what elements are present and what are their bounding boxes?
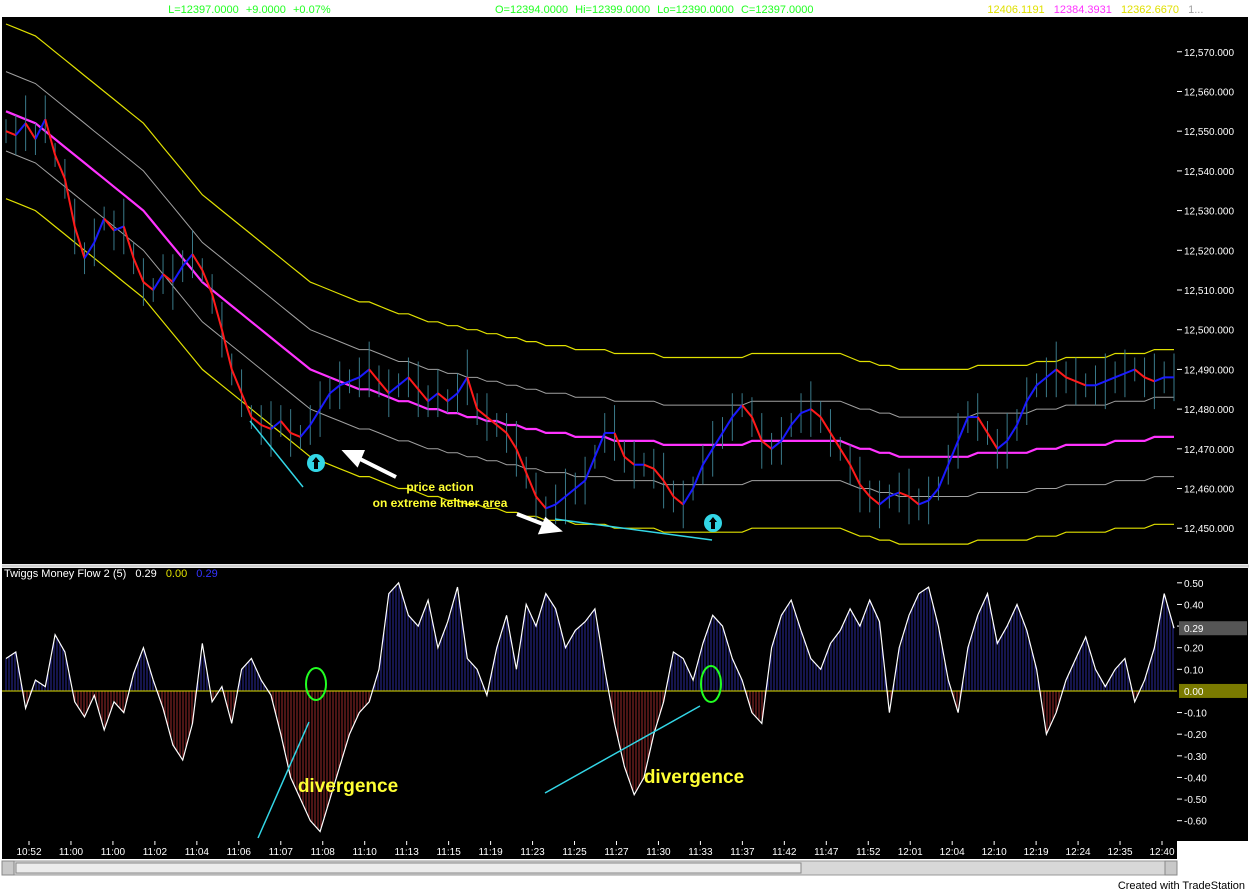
price-axis-label: 12,460.000 — [1184, 485, 1234, 496]
time-axis-label: 11:07 — [269, 847, 294, 858]
time-axis-label: 11:25 — [562, 847, 587, 858]
header-more: 1... — [1188, 4, 1203, 16]
time-axis-label: 11:10 — [353, 847, 378, 858]
open-price: O=12394.0000 — [495, 4, 568, 16]
ask-price: A=12392.0000 — [416, 4, 488, 16]
flow-axis-label: -0.30 — [1184, 752, 1207, 763]
tradestation-chart: 12,450.000 12,460.000 12,470.000 12,480.000… — [0, 0, 1249, 892]
flow-axis-label: -0.50 — [1184, 795, 1207, 806]
price-action-label-2: on extreme keltner area — [373, 496, 508, 510]
close-price: C=12397.0000 — [741, 4, 813, 16]
time-axis-label: 12:24 — [1066, 847, 1091, 858]
band-mid-value: 12384.3931 — [1054, 4, 1112, 16]
high-price: Hi=12399.0000 — [575, 4, 650, 16]
exchange-label: CBT — [139, 4, 161, 16]
flow-axis-label: -0.10 — [1184, 709, 1207, 720]
time-axis-label: 11:37 — [730, 847, 755, 858]
time-axis-label: 12:04 — [940, 847, 965, 858]
time-axis-label: 11:04 — [185, 847, 210, 858]
time-axis-label: 11:47 — [814, 847, 839, 858]
indicator-name: Trend Bands 110T () — [878, 4, 978, 16]
footer-credit: Created with TradeStation — [1117, 880, 1245, 892]
flow-axis-label: 0.20 — [1184, 644, 1204, 655]
price-axis-label: 12,570.000 — [1184, 48, 1234, 59]
low-price: Lo=12390.0000 — [657, 4, 734, 16]
band-lower-value: 12362.6670 — [1121, 4, 1179, 16]
time-axis-label: 11:06 — [227, 847, 252, 858]
flow-value-2: 0.00 — [166, 568, 187, 580]
flow-axis-label: -0.60 — [1184, 817, 1207, 828]
price-axis-label: 12,500.000 — [1184, 326, 1234, 337]
divergence-label-right: divergence — [644, 767, 744, 788]
current-flow-value: 0.29 — [1184, 624, 1204, 635]
time-axis-label: 12:40 — [1149, 847, 1174, 858]
band-upper-value: 12406.1191 — [987, 4, 1044, 16]
time-axis-label: 11:42 — [772, 847, 797, 858]
price-axis-label: 12,540.000 — [1184, 167, 1234, 178]
price-axis-label: 12,560.000 — [1184, 87, 1234, 98]
scroll-left-button[interactable] — [1, 860, 15, 876]
time-axis-label: 11:19 — [478, 847, 503, 858]
price-axis-label: 12,530.000 — [1184, 207, 1234, 218]
time-axis-label: 12:10 — [982, 847, 1007, 858]
money-flow-panel[interactable] — [2, 568, 1177, 841]
time-axis-label: 10:52 — [16, 847, 41, 858]
flow-axis-label: 0.50 — [1184, 579, 1204, 590]
time-axis-label: 12:35 — [1108, 847, 1133, 858]
time-axis-label: 11:13 — [395, 847, 420, 858]
price-axis-label: 12,550.000 — [1184, 127, 1234, 138]
flow-axis-label: -0.40 — [1184, 773, 1207, 784]
flow-value-1: 0.29 — [135, 568, 156, 580]
time-axis-label: 12:19 — [1024, 847, 1049, 858]
time-axis-label: 11:52 — [856, 847, 881, 858]
time-axis-label: 12:01 — [898, 847, 923, 858]
divergence-label-left: divergence — [298, 776, 398, 797]
time-axis-label: 11:27 — [604, 847, 629, 858]
time-axis-label: 11:15 — [436, 847, 461, 858]
time-axis-label: 11:23 — [520, 847, 545, 858]
price-panel[interactable] — [2, 17, 1177, 564]
scrollbar-thumb[interactable] — [15, 862, 802, 874]
scroll-right-button[interactable] — [1164, 860, 1178, 876]
pct-change: +0.07% — [293, 4, 331, 16]
price-axis-label: 12,470.000 — [1184, 445, 1234, 456]
time-axis-label: 11:08 — [311, 847, 336, 858]
svg-text:Twiggs Money Flow 2 (5) 0: Twiggs Money Flow 2 (5) 0.29 0.00 0.29 — [4, 568, 218, 580]
volume-label: V=111606 — [821, 4, 870, 16]
price-axis-label: 12,520.000 — [1184, 246, 1234, 257]
flow-axis-label: 0.10 — [1184, 665, 1204, 676]
bid-price: B=12390.0000 — [338, 4, 410, 16]
symbol-label: ES:YM M7 - 110 Tick Bars — [4, 4, 133, 16]
flow-indicator-name: Twiggs Money Flow 2 (5) — [4, 568, 126, 580]
flow-axis-label: 0.40 — [1184, 600, 1204, 611]
price-axis-label: 12,510.000 — [1184, 286, 1234, 297]
price-axis-label: 12,480.000 — [1184, 405, 1234, 416]
time-axis-label: 11:33 — [688, 847, 713, 858]
svg-text:ES:YM M7 - 110 Tick Bars C: ES:YM M7 - 110 Tick Bars CBT L=12397.000… — [4, 4, 1203, 16]
flow-value-3: 0.29 — [196, 568, 217, 580]
time-axis-label: 11:30 — [646, 847, 671, 858]
price-axis-label: 12,490.000 — [1184, 365, 1234, 376]
time-axis-label: 11:02 — [143, 847, 168, 858]
time-axis-label: 11:00 — [59, 847, 84, 858]
net-change: +9.0000 — [246, 4, 286, 16]
price-axis-label: 12,450.000 — [1184, 524, 1234, 535]
time-axis-label: 11:00 — [101, 847, 126, 858]
zero-value-label: 0.00 — [1184, 687, 1204, 698]
flow-axis-label: -0.20 — [1184, 730, 1207, 741]
price-action-label-1: price action — [406, 480, 473, 494]
last-price: L=12397.0000 — [168, 4, 239, 16]
